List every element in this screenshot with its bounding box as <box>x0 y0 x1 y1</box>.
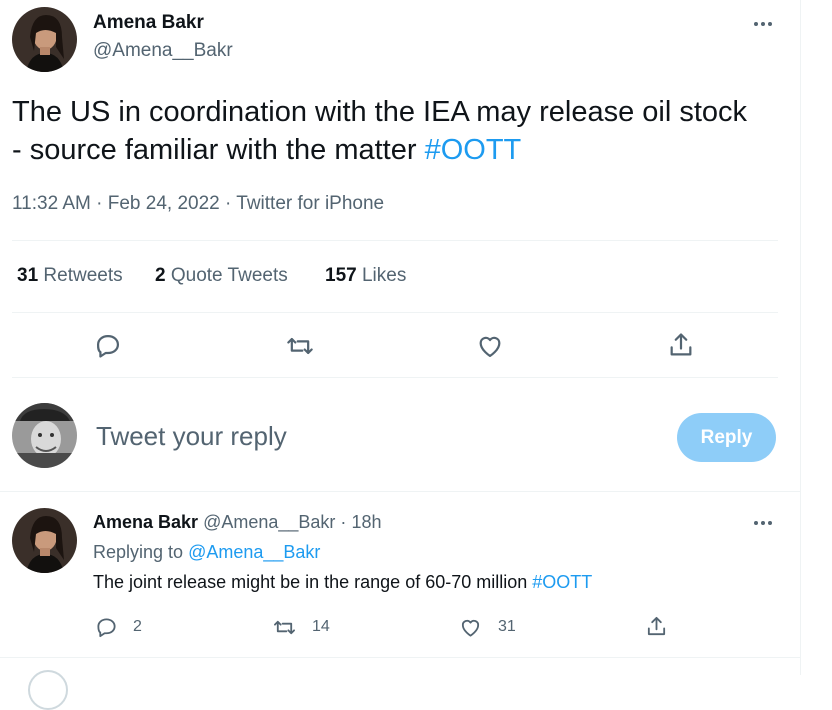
more-options-icon[interactable] <box>754 22 772 26</box>
reply-more-options-icon[interactable] <box>754 521 772 525</box>
reply-retweet-icon[interactable] <box>270 614 298 640</box>
divider <box>12 240 778 241</box>
author-name[interactable]: Amena Bakr <box>93 12 204 34</box>
reply-share-icon[interactable] <box>643 613 669 639</box>
reply-text-main: The joint release might be in the range … <box>93 572 528 592</box>
tweet-text: The US in coordination with the IEA may … <box>12 93 752 169</box>
author-handle[interactable]: @Amena__Bakr <box>93 40 233 62</box>
hashtag-link[interactable]: #OOTT <box>425 134 522 166</box>
reply-author-avatar[interactable] <box>12 508 77 573</box>
reply-author-handle[interactable]: @Amena__Bakr <box>203 512 335 532</box>
divider <box>0 657 800 658</box>
retweets-count: 31 <box>17 265 39 286</box>
retweet-icon[interactable] <box>283 330 317 362</box>
reply-input[interactable]: Tweet your reply <box>96 421 287 452</box>
replying-to-handle[interactable]: @Amena__Bakr <box>188 542 320 562</box>
reply-retweets-count: 14 <box>312 618 330 635</box>
reply-time[interactable]: 18h <box>351 512 381 532</box>
reply-replies-count: 2 <box>133 618 142 635</box>
reply-button[interactable]: Reply <box>677 413 776 462</box>
likes-count: 157 <box>325 265 357 286</box>
divider <box>12 312 778 313</box>
replying-to: Replying to @Amena__Bakr <box>93 542 320 563</box>
reply-hashtag-link[interactable]: #OOTT <box>532 572 592 592</box>
tweet-timestamp[interactable]: 11:32 AM · Feb 24, 2022 · Twitter for iP… <box>12 193 384 215</box>
reply-reply-icon[interactable] <box>93 614 119 640</box>
likes-stat[interactable]: 157 Likes <box>325 265 406 287</box>
divider <box>12 377 778 378</box>
reply-likes-count: 31 <box>498 618 516 635</box>
retweets-label: Retweets <box>43 265 123 286</box>
like-icon[interactable] <box>474 330 506 362</box>
quotes-count: 2 <box>155 265 166 286</box>
reply-like-icon[interactable] <box>457 614 483 640</box>
user-avatar[interactable] <box>12 403 77 468</box>
reply-text: The joint release might be in the range … <box>93 572 592 593</box>
reply-header: Amena Bakr @Amena__Bakr · 18h <box>93 512 381 533</box>
replying-to-label: Replying to <box>93 542 184 562</box>
divider <box>0 491 800 492</box>
reply-author-name[interactable]: Amena Bakr <box>93 512 198 532</box>
next-avatar[interactable] <box>28 670 68 710</box>
retweets-stat[interactable]: 31 Retweets <box>17 265 123 287</box>
quotes-label: Quote Tweets <box>170 265 288 286</box>
quote-tweets-stat[interactable]: 2 Quote Tweets <box>155 265 288 287</box>
timeline-column: Amena Bakr @Amena__Bakr The US in coordi… <box>0 0 801 710</box>
dot-separator: · <box>340 512 347 532</box>
share-icon[interactable] <box>665 329 697 361</box>
tweet-text-main: The US in coordination with the IEA may … <box>12 96 748 166</box>
likes-label: Likes <box>361 265 407 286</box>
author-avatar[interactable] <box>12 7 77 72</box>
reply-icon[interactable] <box>92 330 124 362</box>
